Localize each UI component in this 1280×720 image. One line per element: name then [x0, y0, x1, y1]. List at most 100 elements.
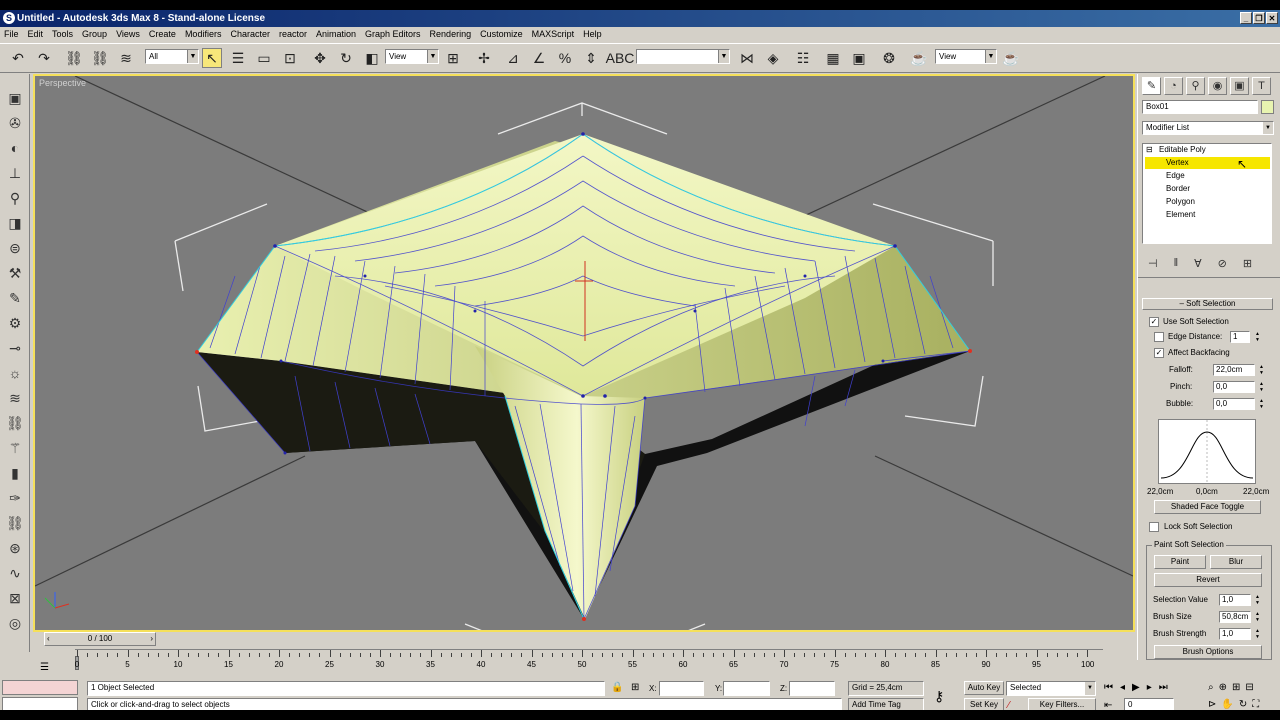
restore-button[interactable]: ❐ [1253, 12, 1265, 24]
brush-size-spinner[interactable]: 50,8cm [1219, 611, 1251, 623]
spinner-arrows-icon[interactable]: ▲ ▼ [1258, 398, 1265, 410]
menu-item-create[interactable]: Create [149, 29, 176, 39]
add-time-tag[interactable]: Add Time Tag [848, 698, 924, 710]
stack-item-polygon[interactable]: Polygon [1166, 196, 1195, 208]
move-tool-icon[interactable]: ⊥ [5, 165, 25, 185]
object-name-field[interactable]: Box01 [1142, 100, 1258, 114]
absolute-mode-icon[interactable]: ⊞ [631, 682, 639, 693]
modifier-list-dropdown[interactable]: Modifier List ▼ [1142, 121, 1274, 135]
spinner-snap-icon[interactable]: ⇕ [581, 48, 601, 68]
sphere-icon[interactable]: ◐ [5, 140, 25, 160]
link-icon[interactable]: ⛓ [5, 415, 25, 435]
maxscript-listener-pink[interactable] [2, 680, 78, 695]
spinner-arrows-icon[interactable]: ▲ ▼ [1258, 364, 1265, 376]
configure-modifier-sets-icon[interactable]: ⊞ [1243, 257, 1252, 270]
arc-rotate-icon[interactable]: ↻ [1239, 699, 1247, 710]
menu-item-animation[interactable]: Animation [316, 29, 356, 39]
angle-snap-icon[interactable]: ∠ [529, 48, 549, 68]
menu-item-graph-editors[interactable]: Graph Editors [365, 29, 421, 39]
blur-button[interactable]: Blur [1210, 555, 1262, 569]
time-slider[interactable]: 0 / 100 ‹ › [44, 632, 156, 646]
reference-coordinate-dropdown[interactable]: View ▼ [385, 49, 439, 64]
pin-stack-icon[interactable]: ⊣ [1148, 257, 1158, 270]
maximize-viewport-icon[interactable]: ⛶ [1252, 699, 1259, 710]
snap-toggle-icon[interactable]: ⊿ [503, 48, 523, 68]
x-field[interactable] [659, 681, 704, 696]
shaded-face-toggle-button[interactable]: Shaded Face Toggle [1154, 500, 1261, 514]
modifier-stack[interactable]: ⊟ Editable Poly Vertex Edge Border Polyg… [1142, 143, 1272, 244]
curve-icon[interactable]: ∿ [5, 565, 25, 585]
spinner-arrows-icon[interactable]: ▲ ▼ [1258, 381, 1265, 393]
spinner-arrows-icon[interactable]: ▲ ▼ [1254, 331, 1261, 343]
revert-button[interactable]: Revert [1154, 573, 1262, 587]
minimize-button[interactable]: _ [1240, 12, 1252, 24]
mirror-icon[interactable]: ⋈ [737, 48, 757, 68]
menu-item-group[interactable]: Group [82, 29, 107, 39]
key-filters-button[interactable]: Key Filters... [1028, 698, 1096, 710]
collapse-icon[interactable]: ⊟ [1146, 144, 1153, 156]
paint-button[interactable]: Paint [1154, 555, 1206, 569]
quick-render-icon[interactable]: ☕ [1001, 48, 1021, 68]
undo-icon[interactable]: ↶ [8, 48, 28, 68]
next-frame-icon[interactable]: ▸ [1147, 682, 1152, 693]
stack-item-border[interactable]: Border [1166, 183, 1190, 195]
edit-named-selections-icon[interactable]: ABC [606, 48, 635, 68]
remove-modifier-icon[interactable]: ⊘ [1218, 257, 1227, 270]
play-icon[interactable]: ▶ [1132, 682, 1140, 693]
previous-frame-icon[interactable]: ◂ [1120, 682, 1125, 693]
tube-icon[interactable]: ▮ [5, 465, 25, 485]
track-bar[interactable]: 0 5 10 15 20 25 30 35 40 45 50 55 60 65 70 75 80 85 90 95 10… [75, 649, 1103, 677]
rectangular-selection-icon[interactable]: ▭ [254, 48, 274, 68]
render-type-dropdown[interactable]: View ▼ [935, 49, 997, 64]
zoom-extents-icon[interactable]: ⊞ [1232, 682, 1240, 693]
zoom-icon[interactable]: ⌕ [1208, 682, 1214, 693]
hierarchy-tab-icon[interactable]: ⚲ [1186, 77, 1205, 95]
paint-icon[interactable]: ✑ [5, 490, 25, 510]
cylinder-icon[interactable]: ⊜ [5, 240, 25, 260]
select-by-name-icon[interactable]: ☰ [228, 48, 248, 68]
edge-distance-checkbox[interactable] [1154, 332, 1164, 342]
stack-item-element[interactable]: Element [1166, 209, 1195, 221]
wrench-icon[interactable]: ⚒ [5, 265, 25, 285]
menu-item-edit[interactable]: Edit [28, 29, 44, 39]
selection-value-spinner[interactable]: 1,0 [1219, 594, 1251, 606]
menu-item-help[interactable]: Help [583, 29, 602, 39]
select-and-scale-icon[interactable]: ◧ [362, 48, 382, 68]
schematic-view-icon[interactable]: ▣ [849, 48, 869, 68]
go-to-end-icon[interactable]: ⏭ [1159, 682, 1168, 693]
menu-item-rendering[interactable]: Rendering [430, 29, 472, 39]
field-of-view-icon[interactable]: ⊳ [1208, 699, 1216, 710]
select-and-rotate-icon[interactable]: ↻ [336, 48, 356, 68]
bubble-spinner[interactable]: 0,0 [1213, 398, 1255, 410]
key-mode-dropdown[interactable]: Selected ▼ [1006, 681, 1096, 696]
modify-tab-icon[interactable]: ◔ [1164, 77, 1183, 95]
zoom-all-icon[interactable]: ⊕ [1219, 682, 1227, 693]
select-object-icon[interactable]: ↖ [202, 48, 222, 68]
current-frame-field[interactable]: 0 [1124, 698, 1174, 710]
window-crossing-icon[interactable]: ⊡ [280, 48, 300, 68]
select-and-manipulate-icon[interactable]: ✢ [474, 48, 494, 68]
menu-item-modifiers[interactable]: Modifiers [185, 29, 222, 39]
pivot-center-icon[interactable]: ⊞ [443, 48, 463, 68]
material-editor-icon[interactable]: ❂ [879, 48, 899, 68]
plug-icon[interactable]: ⊸ [5, 340, 25, 360]
zoom-extents-all-icon[interactable]: ⊟ [1245, 682, 1253, 693]
layer-manager-icon[interactable]: ☷ [793, 48, 813, 68]
chain-icon[interactable]: ⛓ [5, 515, 25, 535]
menu-item-tools[interactable]: Tools [52, 29, 73, 39]
unlink-icon[interactable]: ⛓ [90, 48, 110, 68]
wave-icon[interactable]: ≋ [5, 390, 25, 410]
spinner-arrows-icon[interactable]: ▲ ▼ [1254, 594, 1261, 606]
y-field[interactable] [723, 681, 770, 696]
spinner-arrows-icon[interactable]: ▲ ▼ [1254, 611, 1261, 623]
display-tab-icon[interactable]: ▣ [1230, 77, 1249, 95]
menu-item-customize[interactable]: Customize [480, 29, 523, 39]
figure-icon[interactable]: ⚚ [5, 440, 25, 460]
utilities-tab-icon[interactable]: T [1252, 77, 1271, 95]
select-and-link-icon[interactable]: ⛓ [64, 48, 84, 68]
menu-item-maxscript[interactable]: MAXScript [532, 29, 575, 39]
bone-icon[interactable]: ⚲ [5, 190, 25, 210]
camera-icon[interactable]: ◨ [5, 215, 25, 235]
default-tangent-icon[interactable]: ⁄ [1008, 700, 1010, 710]
brush-icon[interactable]: ✎ [5, 290, 25, 310]
